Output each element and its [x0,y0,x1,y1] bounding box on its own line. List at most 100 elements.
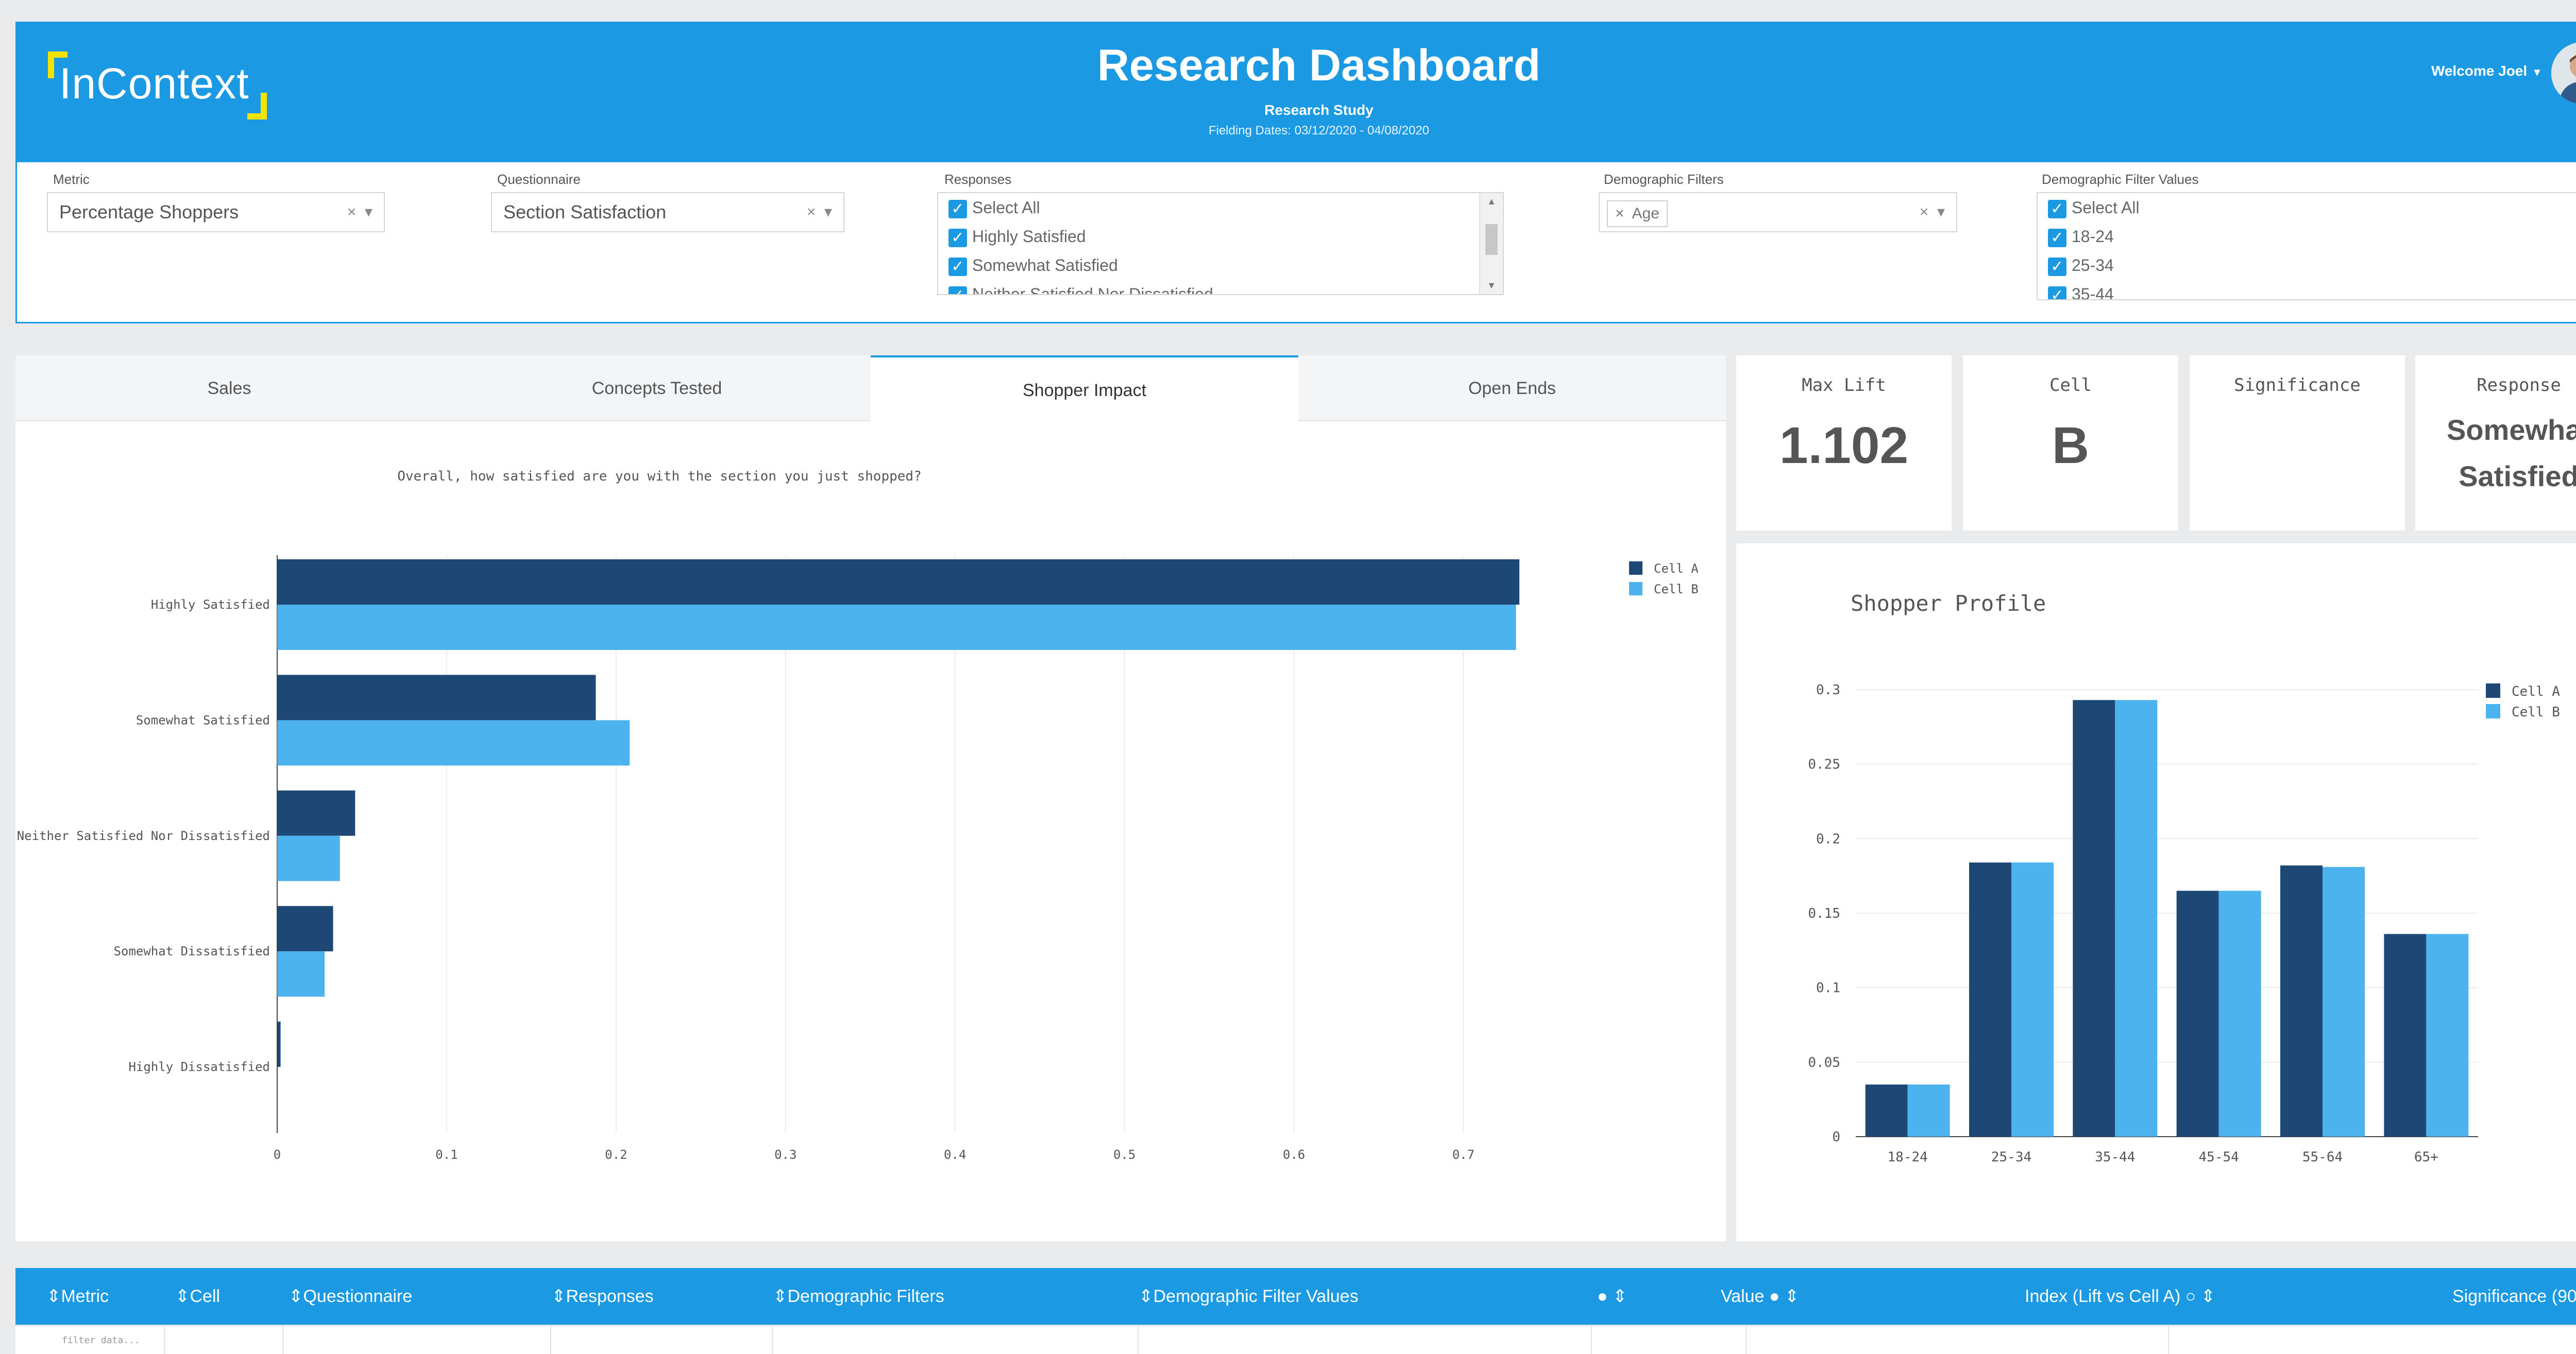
legend-label: Cell A [2512,684,2560,699]
questionnaire-select[interactable]: Section Satisfaction × ▾ [491,192,844,232]
list-item-label: Neither Satisfied Nor Dissatisfied [972,285,1213,295]
col-questionnaire[interactable]: ⇕Questionnaire [289,1268,412,1325]
checkbox-checked-icon[interactable]: ✓ [2048,228,2066,247]
legend-swatch [1629,582,1642,595]
shopper-profile-bar-chart: 0 0.05 0.1 0.15 0.2 0.25 0.3 18-24 25-34 35-44 45-… [1808,682,2560,1165]
col-index[interactable]: Index (Lift vs Cell A) ○ ⇕ [2025,1268,2215,1325]
kpi-value: 1.102 [1779,417,1909,474]
logo-bracket-top-icon [48,52,67,78]
bar-cell-b [277,720,630,766]
demographic-values-label: Demographic Filter Values [2042,172,2199,187]
legend-swatch [1629,561,1642,575]
checkbox-checked-icon[interactable]: ✓ [948,286,967,294]
filter-cell[interactable] [2169,1326,2576,1354]
scrollbar[interactable]: ▲ ▼ [1479,193,1503,294]
chevron-down-icon[interactable]: ▾ [1937,203,1945,220]
metric-value: Percentage Shoppers [59,201,239,222]
select-controls: × ▾ [347,193,372,231]
scroll-down-icon[interactable]: ▼ [1480,280,1503,291]
col-cell[interactable]: ⇕Cell [175,1268,220,1325]
filter-input[interactable]: filter data... [62,1335,140,1346]
filter-cell[interactable]: filter data... [15,1326,165,1354]
responses-listbox[interactable]: ✓ Select All ✓ Highly Satisfied ✓ Somewhat … [937,192,1504,295]
checkbox-checked-icon[interactable]: ✓ [948,199,967,218]
bar-cell-b [2323,867,2365,1137]
scroll-up-icon[interactable]: ▲ [1480,196,1503,207]
bar-cell-b [2115,700,2158,1137]
metric-label: Metric [53,172,90,187]
chevron-down-icon[interactable]: ▾ [824,203,832,220]
page-title: Research Dashboard [1097,41,1541,90]
y-tick-label: 0.25 [1808,757,1840,773]
x-tick-label: 25-34 [1991,1150,2031,1165]
col-toggle[interactable]: ● ⇕ [1597,1268,1627,1325]
y-tick-label: 0.3 [1816,682,1840,698]
user-menu[interactable]: Welcome Joel ▾ [2431,63,2540,79]
demographic-filters-select[interactable]: × Age × ▾ [1599,192,1957,232]
col-demographic-filter-values[interactable]: ⇕Demographic Filter Values [1139,1268,1359,1325]
y-tick-label: 0.05 [1808,1055,1840,1070]
tag-remove-icon[interactable]: × [1615,205,1624,222]
list-item[interactable]: ✓ Select All [2038,193,2576,222]
bar-cell-a [1969,862,2011,1137]
study-name: Research Study [1264,102,1374,118]
dashboard-page: InContext Research Dashboard Research St… [0,0,2576,1354]
col-demographic-filters[interactable]: ⇕Demographic Filters [773,1268,944,1325]
kpi-max-lift: Max Lift 1.102 [1736,355,1952,530]
list-item[interactable]: ✓ 35-44 [2038,280,2576,299]
filter-cell[interactable] [165,1326,283,1354]
chevron-down-icon: ▾ [2534,65,2540,78]
list-item[interactable]: ✓ 25-34 [2038,251,2576,280]
clear-icon[interactable]: × [347,203,357,220]
scroll-thumb[interactable] [1485,224,1498,255]
y-tick-label: 0 [1832,1129,1840,1145]
checkbox-checked-icon[interactable]: ✓ [2048,286,2066,299]
avatar[interactable] [2551,42,2576,104]
kpi-value-line1: Somewhat [2446,414,2576,446]
filter-cell[interactable] [1592,1326,1747,1354]
list-item[interactable]: ✓ 18-24 [2038,222,2576,251]
y-tick-label: 0.2 [1816,831,1840,847]
responses-label: Responses [944,172,1012,187]
x-tick-label: 0.6 [1283,1147,1305,1162]
tag-label: Age [1632,205,1659,222]
legend-label: Cell B [2512,705,2560,720]
x-tick-label: 0.4 [944,1147,966,1162]
welcome-text: Welcome Joel [2431,63,2528,79]
filter-cell[interactable] [773,1326,1139,1354]
x-tick-label: 0.7 [1452,1147,1475,1162]
bar-cell-b [1907,1084,1950,1137]
clear-icon[interactable]: × [807,203,816,220]
col-significance[interactable]: Significance (90/95) [2452,1268,2576,1325]
bar-cell-a [277,1021,281,1067]
filter-cell[interactable] [1747,1326,2169,1354]
list-item[interactable]: ✓ Highly Satisfied [938,222,1503,251]
checkbox-checked-icon[interactable]: ✓ [2048,257,2066,276]
chevron-down-icon[interactable]: ▾ [365,203,372,220]
selected-tag[interactable]: × Age [1607,200,1668,227]
list-item-label: Highly Satisfied [972,227,1086,246]
metric-select[interactable]: Percentage Shoppers × ▾ [47,192,385,232]
demographic-values-listbox[interactable]: ✓Select All ✓18-24 ✓25-34 ✓35-44 ▲ ▼ [2037,192,2576,300]
clear-icon[interactable]: × [1920,203,1929,220]
col-metric[interactable]: ⇕Metric [46,1268,109,1325]
filter-cell[interactable] [283,1326,551,1354]
filter-cell[interactable] [1139,1326,1592,1354]
list-item[interactable]: ✓ Neither Satisfied Nor Dissatisfied [938,280,1503,295]
x-tick-label: 18-24 [1888,1150,1928,1165]
user-avatar-icon [2551,42,2576,104]
bar-cell-a [277,790,355,836]
list-item[interactable]: ✓ Select All [938,193,1503,222]
list-item-label: 25-34 [2072,256,2114,275]
y-tick-label: 0.1 [1816,981,1840,996]
bar-cell-a [277,906,333,952]
list-item[interactable]: ✓ Somewhat Satisfied [938,251,1503,280]
checkbox-checked-icon[interactable]: ✓ [2048,199,2066,218]
bar-cell-a [2280,865,2323,1137]
questionnaire-value: Section Satisfaction [503,201,667,222]
checkbox-checked-icon[interactable]: ✓ [948,257,967,276]
col-responses[interactable]: ⇕Responses [551,1268,654,1325]
filter-cell[interactable] [551,1326,773,1354]
checkbox-checked-icon[interactable]: ✓ [948,228,967,247]
col-value[interactable]: Value ● ⇕ [1721,1268,1799,1325]
